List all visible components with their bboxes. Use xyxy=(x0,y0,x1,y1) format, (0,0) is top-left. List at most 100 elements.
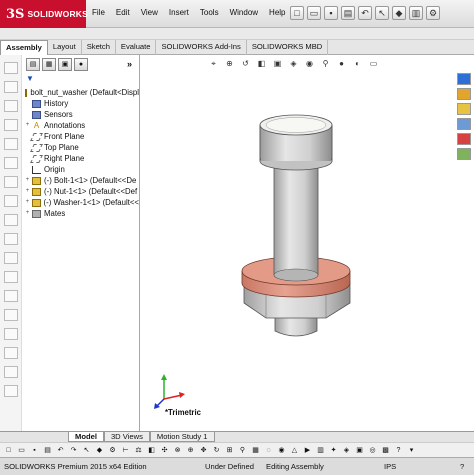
view-palette-icon[interactable] xyxy=(457,118,471,130)
menu-view[interactable]: View xyxy=(141,8,158,17)
speedpak-icon[interactable]: ▣ xyxy=(354,445,365,456)
tab-sketch[interactable]: Sketch xyxy=(82,40,116,55)
undo-icon[interactable]: ↶ xyxy=(55,445,66,456)
bolt-nut-washer-model[interactable] xyxy=(230,105,370,345)
hide-show-items-icon[interactable]: ⚲ xyxy=(320,58,331,69)
new-motion-study-icon[interactable]: ▶ xyxy=(302,445,313,456)
edit-appearance-icon[interactable]: ● xyxy=(336,58,347,69)
tree-item-mates[interactable]: + Mates xyxy=(24,208,139,219)
save-icon[interactable]: ▪ xyxy=(29,445,40,456)
tab-assembly[interactable]: Assembly xyxy=(0,40,48,55)
tree-item-nut[interactable]: + (-) Nut-1<1> (Default<<Def xyxy=(24,186,139,197)
menu-help[interactable]: Help xyxy=(269,8,285,17)
feature-tree-tab-icon[interactable]: ▤ xyxy=(26,58,40,71)
tree-item-front-plane[interactable]: Front Plane xyxy=(24,131,139,142)
extrude-tool-icon[interactable] xyxy=(4,195,18,207)
draft-tool-icon[interactable] xyxy=(4,366,18,378)
large-assembly-icon[interactable]: ▩ xyxy=(380,445,391,456)
options-gear-icon[interactable]: ⚙ xyxy=(426,6,440,20)
open-icon[interactable]: ▭ xyxy=(16,445,27,456)
smart-fasteners-icon[interactable]: ⚲ xyxy=(237,445,248,456)
menu-file[interactable]: File xyxy=(92,8,105,17)
zoom-area-icon[interactable]: ⊕ xyxy=(224,58,235,69)
tree-item-right-plane[interactable]: Right Plane xyxy=(24,153,139,164)
tab-addins[interactable]: SOLIDWORKS Add-Ins xyxy=(156,40,247,55)
tab-evaluate[interactable]: Evaluate xyxy=(116,40,157,55)
linear-pattern-icon[interactable]: ▦ xyxy=(250,445,261,456)
tab-3d-views[interactable]: 3D Views xyxy=(103,432,150,442)
interference-icon[interactable]: ⊗ xyxy=(172,445,183,456)
undo-icon[interactable]: ↶ xyxy=(358,6,372,20)
design-library-icon[interactable] xyxy=(457,88,471,100)
explode-icon[interactable]: ✣ xyxy=(159,445,170,456)
print-icon[interactable]: ▤ xyxy=(341,6,355,20)
tree-item-history[interactable]: History xyxy=(24,98,139,109)
tree-item-sensors[interactable]: Sensors xyxy=(24,109,139,120)
print-icon[interactable]: ▤ xyxy=(42,445,53,456)
rebuild-icon[interactable]: ◆ xyxy=(94,445,105,456)
options-icon[interactable]: ⚙ xyxy=(107,445,118,456)
circle-tool-icon[interactable] xyxy=(4,100,18,112)
help-icon[interactable]: ? xyxy=(460,462,464,471)
rotate-component-icon[interactable]: ↻ xyxy=(211,445,222,456)
appearances-icon[interactable] xyxy=(457,133,471,145)
select-icon[interactable]: ↖ xyxy=(81,445,92,456)
tree-item-washer[interactable]: + (-) Washer-1<1> (Default<< xyxy=(24,197,139,208)
open-folder-icon[interactable]: ▭ xyxy=(307,6,321,20)
file-properties-icon[interactable]: ▥ xyxy=(409,6,423,20)
pattern-tool-icon[interactable] xyxy=(4,271,18,283)
fillet-tool-icon[interactable] xyxy=(4,233,18,245)
select-arrow-icon[interactable]: ↖ xyxy=(375,6,389,20)
solidworks-logo[interactable]: 3S SOLIDWORKS xyxy=(0,0,88,28)
mate-icon[interactable]: ⊕ xyxy=(185,445,196,456)
bill-of-materials-icon[interactable]: ▥ xyxy=(315,445,326,456)
configuration-tab-icon[interactable]: ▣ xyxy=(58,58,72,71)
expand-icon[interactable]: + xyxy=(24,186,31,197)
help-icon[interactable]: ? xyxy=(393,445,404,456)
tree-root[interactable]: bolt_nut_washer (Default<Displ xyxy=(24,87,139,98)
save-icon[interactable]: ▪ xyxy=(324,6,338,20)
menu-window[interactable]: Window xyxy=(230,8,258,17)
redo-icon[interactable]: ↷ xyxy=(68,445,79,456)
rib-tool-icon[interactable] xyxy=(4,347,18,359)
expand-icon[interactable]: + xyxy=(24,120,31,131)
chamfer-tool-icon[interactable] xyxy=(4,252,18,264)
property-manager-tab-icon[interactable]: ▦ xyxy=(42,58,56,71)
status-units[interactable]: IPS xyxy=(384,462,396,471)
tab-motion-study[interactable]: Motion Study 1 xyxy=(149,432,215,442)
rebuild-icon[interactable]: ◆ xyxy=(392,6,406,20)
expand-icon[interactable]: + xyxy=(24,208,31,219)
customize-icon[interactable]: ▾ xyxy=(406,445,417,456)
new-document-icon[interactable]: □ xyxy=(290,6,304,20)
tab-model[interactable]: Model xyxy=(68,432,104,442)
tree-item-bolt[interactable]: + (-) Bolt-1<1> (Default<<De xyxy=(24,175,139,186)
expand-icon[interactable]: + xyxy=(24,175,31,186)
custom-properties-icon[interactable] xyxy=(457,148,471,160)
expand-panel-icon[interactable]: » xyxy=(127,59,132,69)
reference-geometry-icon[interactable]: △ xyxy=(289,445,300,456)
spline-tool-icon[interactable] xyxy=(4,157,18,169)
insert-component-icon[interactable]: ⊞ xyxy=(224,445,235,456)
view-settings-icon[interactable]: ▭ xyxy=(368,58,379,69)
assembly-features-icon[interactable]: ◉ xyxy=(276,445,287,456)
line-tool-icon[interactable] xyxy=(4,81,18,93)
hole-tool-icon[interactable] xyxy=(4,309,18,321)
tab-layout[interactable]: Layout xyxy=(48,40,82,55)
show-hidden-icon[interactable]: ◌ xyxy=(263,445,274,456)
display-manager-tab-icon[interactable]: ● xyxy=(74,58,88,71)
sketch-tool-icon[interactable] xyxy=(4,62,18,74)
menu-insert[interactable]: Insert xyxy=(169,8,189,17)
rectangle-tool-icon[interactable] xyxy=(4,138,18,150)
sweep-tool-icon[interactable] xyxy=(4,385,18,397)
mass-properties-icon[interactable]: ⚖ xyxy=(133,445,144,456)
previous-view-icon[interactable]: ↺ xyxy=(240,58,251,69)
mirror-tool-icon[interactable] xyxy=(4,290,18,302)
exploded-view-icon[interactable]: ✦ xyxy=(328,445,339,456)
dynamic-annotation-icon[interactable]: ▣ xyxy=(272,58,283,69)
display-style-icon[interactable]: ◉ xyxy=(304,58,315,69)
new-icon[interactable]: □ xyxy=(3,445,14,456)
move-component-icon[interactable]: ✥ xyxy=(198,445,209,456)
snapshot-icon[interactable]: ◎ xyxy=(367,445,378,456)
view-orientation-icon[interactable]: ◈ xyxy=(288,58,299,69)
tree-item-annotations[interactable]: + A Annotations xyxy=(24,120,139,131)
